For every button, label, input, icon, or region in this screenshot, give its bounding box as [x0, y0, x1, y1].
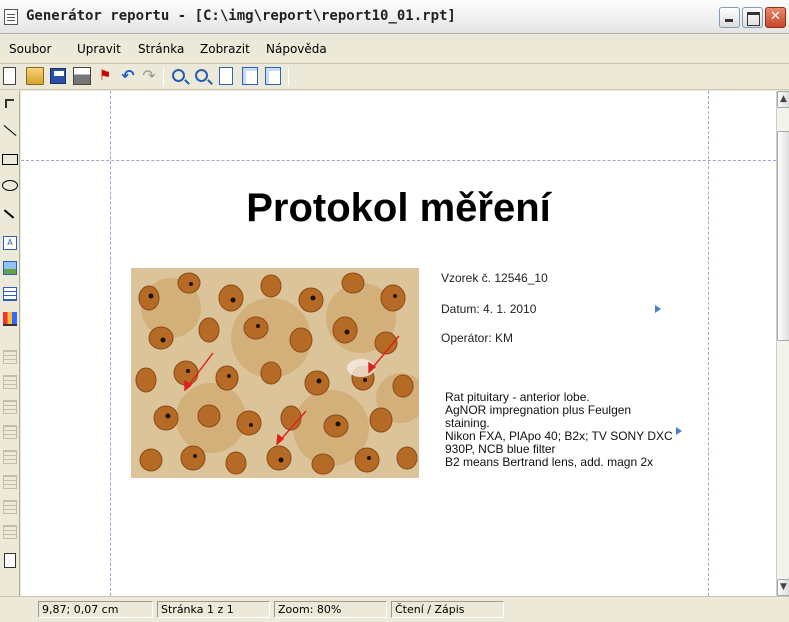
text-handle-icon[interactable] [676, 427, 682, 435]
distribute-vertical-icon[interactable] [3, 525, 17, 539]
maximize-button[interactable] [742, 7, 763, 28]
sample-text[interactable]: Vzorek č. 12546_10 [441, 271, 548, 285]
status-zoom: Zoom: 80% [274, 601, 387, 618]
document-icon [4, 9, 18, 25]
report-canvas[interactable]: Protokol měření Vzorek č. 12546_10 Datum… [21, 91, 776, 596]
minimize-button[interactable] [719, 7, 740, 28]
scroll-thumb[interactable] [777, 131, 789, 341]
arrow-icon[interactable] [3, 209, 15, 219]
menu-zobrazit[interactable]: Zobrazit [200, 42, 250, 56]
text-handle-icon[interactable] [655, 305, 661, 313]
chart-icon[interactable] [3, 312, 17, 326]
menu-bar: Soubor Upravit Stránka Zobrazit Nápověda [0, 34, 789, 64]
zoom-in-icon[interactable] [172, 69, 185, 82]
align-left-icon[interactable] [3, 350, 17, 364]
date-text[interactable]: Datum: 4. 1. 2010 [441, 302, 536, 316]
toolbar-separator [288, 68, 289, 86]
new-document-icon[interactable] [3, 67, 16, 85]
micrograph-image[interactable] [131, 268, 419, 478]
image-icon[interactable] [3, 261, 17, 275]
pdf-export-icon[interactable]: ⚑ [96, 67, 114, 85]
close-button[interactable] [765, 7, 786, 28]
table-icon[interactable] [3, 287, 17, 301]
document-title[interactable]: Protokol měření [21, 186, 776, 231]
status-page: Stránka 1 z 1 [157, 601, 270, 618]
center-horizontal-icon[interactable] [3, 450, 17, 464]
zoom-out-icon[interactable] [195, 69, 208, 82]
open-folder-icon[interactable] [26, 67, 44, 85]
line-icon[interactable] [3, 124, 17, 137]
drawing-toolbar: A [0, 91, 20, 596]
window-title: Generátor reportu - [C:\img\report\repor… [26, 8, 456, 24]
main-toolbar: ⚑ ↶ ↷ [0, 64, 789, 90]
description-line: B2 means Bertrand lens, add. magn 2x [445, 455, 654, 469]
page-settings-icon[interactable] [265, 67, 281, 85]
undo-icon[interactable]: ↶ [119, 67, 137, 85]
redo-icon[interactable]: ↷ [140, 67, 158, 85]
micrograph-image-svg [131, 268, 419, 478]
menu-napoveda[interactable]: Nápověda [266, 42, 327, 56]
menu-soubor[interactable]: Soubor [9, 42, 51, 56]
ellipse-icon[interactable] [2, 180, 18, 191]
rectangle-icon[interactable] [2, 154, 18, 165]
menu-upravit[interactable]: Upravit [77, 42, 121, 56]
align-top-icon[interactable] [3, 425, 17, 439]
status-position: 9,87; 0,07 cm [38, 601, 153, 618]
vertical-scrollbar[interactable]: ▲ ▼ [776, 91, 789, 596]
operator-text[interactable]: Operátor: KM [441, 331, 513, 345]
status-mode: Čtení / Zápis [391, 601, 504, 618]
description-block[interactable]: Rat pituitary - anterior lobe. AgNOR imp… [445, 391, 685, 469]
center-vertical-icon[interactable] [3, 375, 17, 389]
menu-stranka[interactable]: Stránka [138, 42, 184, 56]
margin-guide-top [21, 160, 776, 161]
distribute-horizontal-icon[interactable] [3, 500, 17, 514]
page-icon[interactable] [4, 553, 16, 568]
margin-guide-left [110, 91, 111, 596]
align-bottom-icon[interactable] [3, 475, 17, 489]
print-icon[interactable] [73, 67, 91, 85]
toolbar-separator [163, 68, 164, 86]
scroll-up-icon[interactable]: ▲ [777, 91, 789, 108]
select-arrow-icon[interactable] [5, 99, 14, 108]
margin-guide-right [708, 91, 709, 596]
status-bar: 9,87; 0,07 cm Stránka 1 z 1 Zoom: 80% Čt… [0, 596, 789, 622]
page-icon[interactable] [219, 67, 233, 85]
title-bar: Generátor reportu - [C:\img\report\repor… [0, 0, 789, 34]
text-icon[interactable]: A [3, 236, 17, 250]
page-setup-icon[interactable] [242, 67, 258, 85]
save-icon[interactable] [50, 68, 66, 84]
scroll-down-icon[interactable]: ▼ [777, 579, 789, 596]
align-right-icon[interactable] [3, 400, 17, 414]
